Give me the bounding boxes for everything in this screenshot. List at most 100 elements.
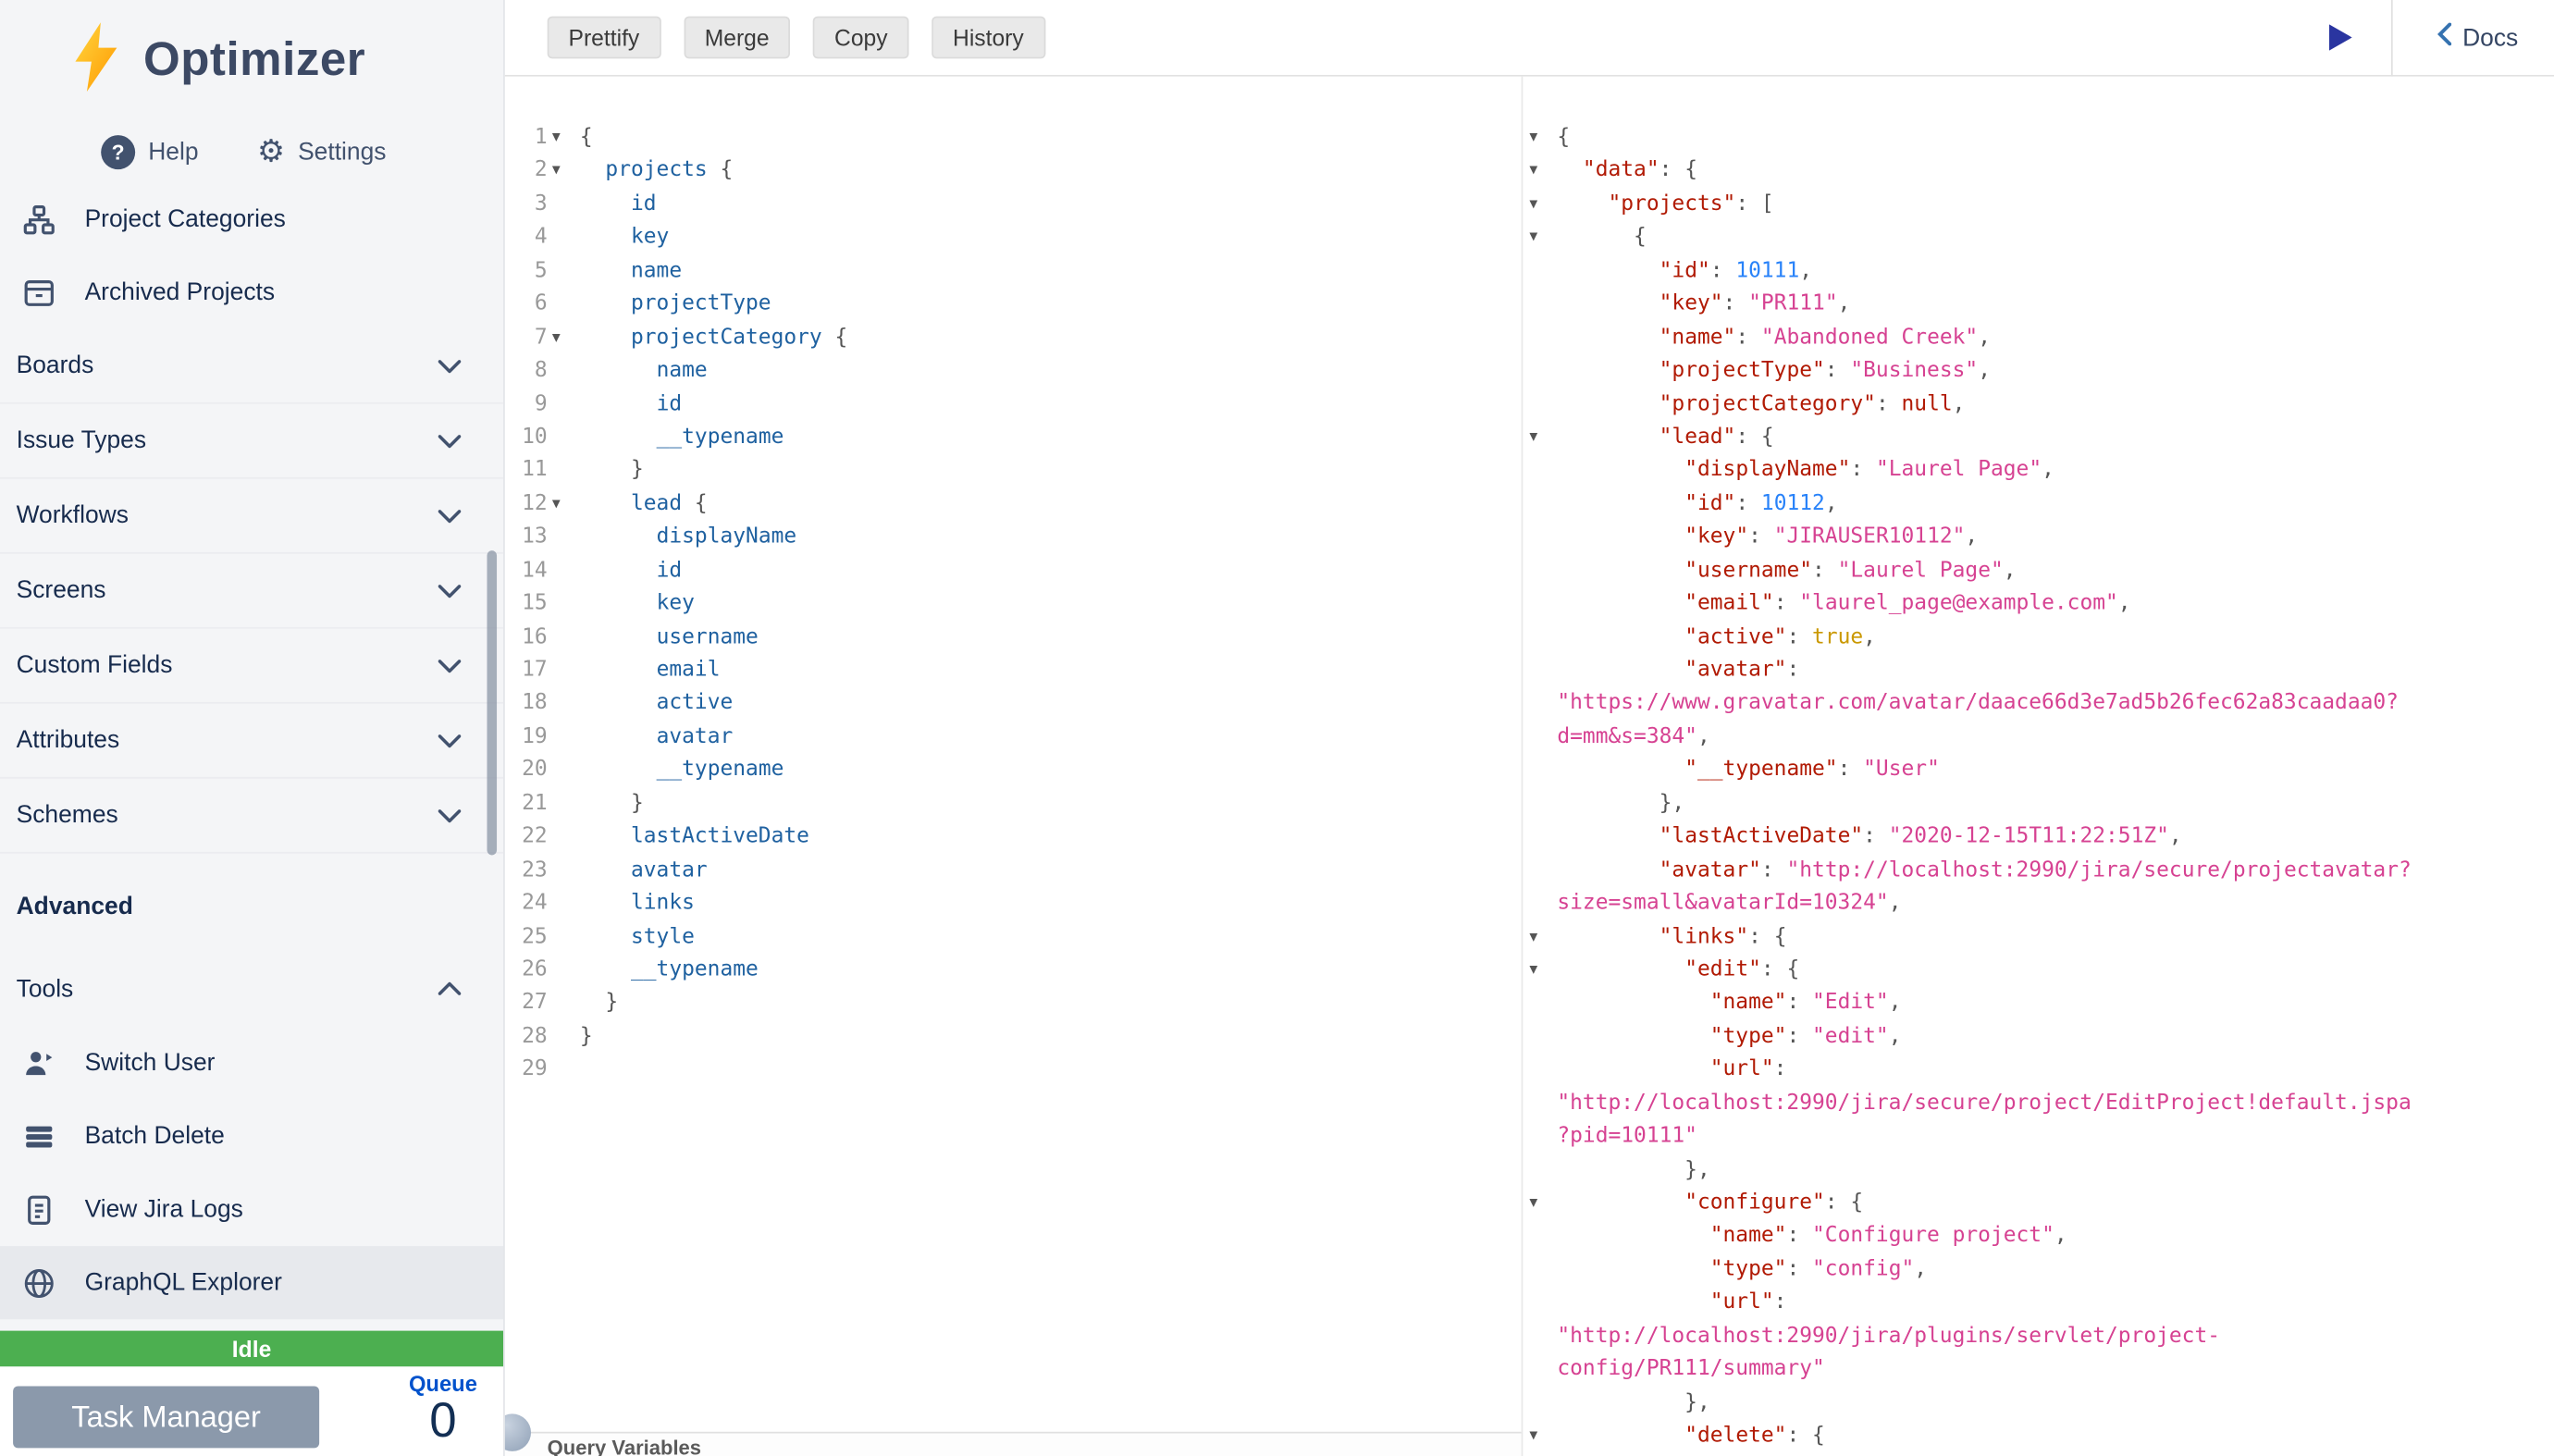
result-line-17: "avatar": <box>1557 655 2554 688</box>
fold-arrow-icon[interactable]: ▾ <box>1529 122 1537 155</box>
query-line-10[interactable]: 10 __typename <box>505 422 1522 455</box>
query-line-11[interactable]: 11 } <box>505 455 1522 488</box>
sidebar-group-tools[interactable]: Tools <box>0 951 503 1026</box>
sidebar-group-schemes[interactable]: Schemes <box>0 779 503 854</box>
query-line-3[interactable]: 3 id <box>505 189 1522 222</box>
fold-arrow-icon[interactable]: ▾ <box>1529 1421 1537 1454</box>
sidebar-item-archived-projects[interactable]: Archived Projects <box>0 255 503 328</box>
fold-spacer <box>548 455 574 488</box>
sidebar-group-label: Boards <box>17 352 94 379</box>
query-line-12[interactable]: 12▾ lead { <box>505 488 1522 522</box>
sidebar-group-workflows[interactable]: Workflows <box>0 479 503 554</box>
lightning-bolt-icon <box>68 19 124 103</box>
sidebar-group-issue-types[interactable]: Issue Types <box>0 404 503 479</box>
task-manager-button[interactable]: Task Manager <box>13 1386 319 1448</box>
query-line-20[interactable]: 20 __typename <box>505 755 1522 788</box>
queue-box: Queue 0 <box>409 1372 477 1447</box>
sidebar-group-label: Tools <box>17 975 74 1003</box>
query-variables-bar[interactable]: Query Variables <box>505 1432 1522 1456</box>
fold-arrow-icon[interactable]: ▾ <box>1529 955 1537 988</box>
fold-arrow-icon[interactable]: ▾ <box>548 155 574 189</box>
sidebar-item-label: Switch User <box>85 1049 216 1077</box>
line-number: 4 <box>505 222 548 255</box>
query-line-13[interactable]: 13 displayName <box>505 522 1522 555</box>
help-link[interactable]: Help <box>148 139 198 167</box>
query-line-17[interactable]: 17 email <box>505 655 1522 688</box>
fold-arrow-icon[interactable]: ▾ <box>548 122 574 155</box>
query-editor-pane[interactable]: 1▾{2▾ projects {3 id4 key5 name6 project… <box>505 77 1524 1456</box>
result-line-3: ▾ "projects": [ <box>1557 189 2554 222</box>
fold-arrow-icon[interactable]: ▾ <box>1529 422 1537 455</box>
result-line-25: ▾ "links": { <box>1557 921 2554 955</box>
fold-spacer <box>548 921 574 955</box>
query-line-28[interactable]: 28} <box>505 1021 1522 1055</box>
queue-count: 0 <box>409 1396 477 1447</box>
query-line-27[interactable]: 27 } <box>505 988 1522 1021</box>
chevron-down-icon <box>438 808 462 821</box>
query-line-7[interactable]: 7▾ projectCategory { <box>505 322 1522 355</box>
query-line-5[interactable]: 5 name <box>505 255 1522 289</box>
sidebar-item-switch-user[interactable]: Switch User <box>0 1026 503 1099</box>
sidebar-group-screens[interactable]: Screens <box>0 554 503 629</box>
result-line-13: "key": "JIRAUSER10112", <box>1557 522 2554 555</box>
result-line-26: ▾ "edit": { <box>1557 955 2554 988</box>
query-line-29[interactable]: 29 <box>505 1055 1522 1088</box>
result-line-38: config/PR111/summary" <box>1557 1354 2554 1388</box>
query-line-21[interactable]: 21 } <box>505 788 1522 821</box>
line-number: 11 <box>505 455 548 488</box>
query-line-4[interactable]: 4 key <box>505 222 1522 255</box>
result-pane[interactable]: ▾{▾ "data": {▾ "projects": [▾ { "id": 10… <box>1523 77 2554 1456</box>
settings-link[interactable]: Settings <box>298 139 386 167</box>
query-line-19[interactable]: 19 avatar <box>505 722 1522 755</box>
query-line-1[interactable]: 1▾{ <box>505 122 1522 155</box>
fold-arrow-icon[interactable]: ▾ <box>1529 155 1537 189</box>
query-variables-label: Query Variables <box>548 1435 701 1456</box>
fold-arrow-icon[interactable]: ▾ <box>1529 189 1537 222</box>
query-line-14[interactable]: 14 id <box>505 555 1522 588</box>
query-line-15[interactable]: 15 key <box>505 588 1522 622</box>
fold-arrow-icon[interactable]: ▾ <box>548 322 574 355</box>
result-line-37: "http://localhost:2990/jira/plugins/serv… <box>1557 1321 2554 1354</box>
query-line-24[interactable]: 24 links <box>505 888 1522 921</box>
query-line-8[interactable]: 8 name <box>505 355 1522 389</box>
result-line-8: "projectType": "Business", <box>1557 355 2554 389</box>
fold-arrow-icon[interactable]: ▾ <box>1529 1188 1537 1221</box>
sidebar-group-custom-fields[interactable]: Custom Fields <box>0 629 503 704</box>
sidebar-group-boards[interactable]: Boards <box>0 329 503 404</box>
status-badge: Idle <box>0 1331 503 1367</box>
drag-handle-icon[interactable] <box>505 1413 531 1450</box>
query-line-18[interactable]: 18 active <box>505 688 1522 722</box>
sidebar-scrollbar[interactable] <box>487 550 497 855</box>
history-button[interactable]: History <box>932 17 1044 59</box>
line-number: 10 <box>505 422 548 455</box>
query-line-25[interactable]: 25 style <box>505 921 1522 955</box>
docs-toggle[interactable]: Docs <box>2437 23 2518 53</box>
query-line-2[interactable]: 2▾ projects { <box>505 155 1522 189</box>
fold-arrow-icon[interactable]: ▾ <box>548 488 574 522</box>
fold-arrow-icon[interactable]: ▾ <box>1529 222 1537 255</box>
execute-query-button[interactable] <box>2323 21 2355 54</box>
sidebar-group-attributes[interactable]: Attributes <box>0 704 503 779</box>
query-code: displayName <box>574 522 796 555</box>
toolbar: Prettify Merge Copy History Docs <box>505 0 2554 77</box>
query-line-26[interactable]: 26 __typename <box>505 955 1522 988</box>
query-line-6[interactable]: 6 projectType <box>505 289 1522 322</box>
query-line-16[interactable]: 16 username <box>505 622 1522 655</box>
query-line-9[interactable]: 9 id <box>505 389 1522 422</box>
copy-button[interactable]: Copy <box>813 17 908 59</box>
chevron-up-icon <box>438 982 462 995</box>
fold-arrow-icon[interactable]: ▾ <box>1529 921 1537 955</box>
query-line-23[interactable]: 23 avatar <box>505 855 1522 888</box>
query-line-22[interactable]: 22 lastActiveDate <box>505 821 1522 855</box>
sidebar-item-view-jira-logs[interactable]: View Jira Logs <box>0 1173 503 1246</box>
line-number: 16 <box>505 622 548 655</box>
query-code: __typename <box>574 755 784 788</box>
sidebar-item-batch-delete[interactable]: Batch Delete <box>0 1100 503 1173</box>
result-line-33: ▾ "configure": { <box>1557 1188 2554 1221</box>
optimizer-app: Optimizer ? Help ⚙ Settings Project Cate… <box>0 0 2554 1456</box>
sidebar-item-project-categories[interactable]: Project Categories <box>0 182 503 255</box>
line-number: 18 <box>505 688 548 722</box>
merge-button[interactable]: Merge <box>684 17 791 59</box>
sidebar-item-graphql-explorer[interactable]: GraphQL Explorer <box>0 1246 503 1319</box>
prettify-button[interactable]: Prettify <box>548 17 661 59</box>
